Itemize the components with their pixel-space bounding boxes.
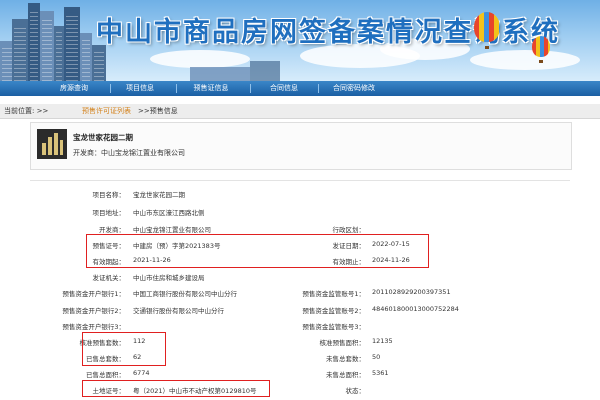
label-unsold-area: 未售总面积： — [326, 371, 365, 379]
highlight-presale-validity — [86, 234, 429, 268]
nav-contract-info[interactable]: 合同信息 — [262, 81, 306, 96]
main-nav: 房源查询 项目信息 预售证信息 合同信息 合同密码修改 — [0, 81, 600, 96]
value-sold-area: 6774 — [133, 369, 150, 377]
breadcrumb-current: >>预售信息 — [138, 107, 178, 115]
breadcrumb-prefix: 当前位置: >> — [4, 107, 49, 115]
value-address: 中山市东区濠江西路北侧 — [133, 209, 205, 217]
label-district: 行政区划： — [332, 226, 366, 234]
breadcrumb: 当前位置: >> 预售许可证列表 >>预售信息 — [0, 104, 600, 119]
value-account-2: 484601800013000752284 — [372, 305, 459, 313]
label-bank-2: 预售资金开户银行2： — [62, 307, 125, 315]
value-project-name: 宝龙世家花园二期 — [133, 191, 185, 199]
breadcrumb-link-presale-list[interactable]: 预售许可证列表 — [82, 104, 131, 118]
value-account-1: 2011028929200397351 — [372, 288, 451, 296]
nav-contract-password[interactable]: 合同密码修改 — [324, 81, 384, 96]
highlight-land-cert — [82, 380, 270, 397]
divider — [30, 180, 570, 181]
balloon-decoration — [532, 36, 550, 57]
balloon-decoration — [474, 12, 500, 42]
label-project-name: 项目名称： — [92, 191, 126, 199]
label-issuer: 发证机关： — [92, 274, 126, 282]
label-status: 状态： — [345, 387, 366, 395]
value-approved-area: 12135 — [372, 337, 393, 345]
label-bank-1: 预售资金开户银行1： — [62, 290, 125, 298]
nav-presale-info[interactable]: 预售证信息 — [186, 81, 236, 96]
label-approved-area: 核准预售面积： — [319, 339, 366, 347]
label-sold-area: 已售总面积： — [86, 371, 125, 379]
value-issuer: 中山市住房和城乡建设局 — [133, 274, 205, 282]
project-header: 宝龙世家花园二期 开发商：中山宝龙锦江置业有限公司 — [30, 122, 572, 170]
nav-house-search[interactable]: 房源查询 — [52, 81, 96, 96]
header-banner: 中山市商品房网签备案情况查询系统 — [0, 0, 600, 81]
value-bank-2: 交通银行股份有限公司中山分行 — [133, 307, 224, 315]
label-account-2: 预售资金监管账号2： — [302, 307, 365, 315]
label-developer: 开发商： — [99, 226, 125, 234]
nav-project-info[interactable]: 项目信息 — [118, 81, 162, 96]
label-bank-3: 预售资金开户银行3： — [62, 323, 125, 331]
project-name: 宝龙世家花园二期 — [73, 133, 133, 142]
value-developer: 中山宝龙锦江置业有限公司 — [133, 226, 211, 234]
project-developer: 开发商：中山宝龙锦江置业有限公司 — [73, 149, 185, 157]
value-bank-1: 中国工商银行股份有限公司中山分行 — [133, 290, 237, 298]
highlight-sets — [82, 332, 166, 366]
building-icon — [37, 129, 67, 159]
label-account-1: 预售资金监管账号1： — [302, 290, 365, 298]
label-address: 项目地址： — [92, 209, 126, 217]
label-unsold-sets: 未售总套数： — [326, 355, 365, 363]
value-unsold-area: 5361 — [372, 369, 389, 377]
value-unsold-sets: 50 — [372, 353, 381, 361]
label-account-3: 预售资金监管账号3： — [302, 323, 365, 331]
